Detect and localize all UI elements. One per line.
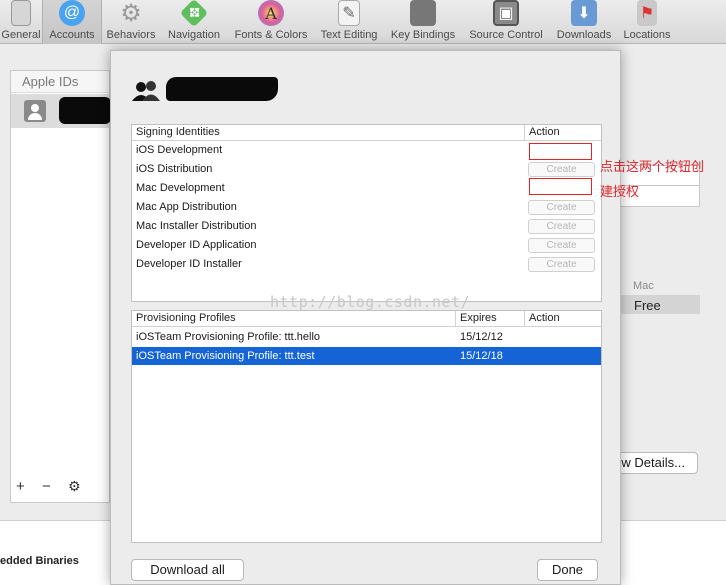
provisioning-profiles-table: Provisioning Profiles Expires Action iOS… [131, 310, 602, 543]
profiles-table-header: Provisioning Profiles Expires Action [132, 311, 601, 327]
signing-identity-name: Mac App Distribution [136, 201, 237, 213]
navigation-arrows-icon: ✥ [179, 0, 209, 28]
profile-expires: 15/12/18 [460, 350, 503, 362]
gear-icon: ⚙ [120, 0, 142, 27]
table-row[interactable]: iOS Distribution Create [132, 160, 601, 179]
toolbar-key-bindings-label: Key Bindings [390, 29, 456, 41]
profile-name: iOSTeam Provisioning Profile: ttt.test [136, 350, 315, 362]
signing-header-name: Signing Identities [136, 126, 220, 138]
create-button[interactable]: Create [528, 200, 595, 215]
toolbar-general[interactable]: General [0, 0, 42, 44]
downloads-icon: ⬇ [571, 0, 597, 26]
toolbar-accounts[interactable]: @ Accounts [42, 0, 102, 44]
table-row[interactable]: iOSTeam Provisioning Profile: ttt.test 15… [132, 347, 601, 365]
toolbar-downloads[interactable]: ⬇ Downloads [550, 0, 618, 44]
create-button[interactable]: Create [528, 162, 595, 177]
mac-column-header: Mac [633, 280, 654, 292]
toolbar-navigation-label: Navigation [168, 29, 220, 41]
toolbar-behaviors[interactable]: ⚙ Behaviors [102, 0, 160, 44]
team-icon [131, 79, 163, 101]
toolbar-source-control[interactable]: ▣ Source Control [462, 0, 550, 44]
text-editing-icon: ✎ [338, 0, 360, 26]
toolbar-fonts-colors[interactable]: A Fonts & Colors [228, 0, 314, 44]
table-row[interactable]: Developer ID Application Create [132, 236, 601, 255]
avatar [24, 100, 46, 122]
annotation-line-2: 建授权 [600, 184, 640, 199]
toolbar-downloads-label: Downloads [556, 29, 612, 41]
signing-table-header: Signing Identities Action [132, 125, 601, 141]
general-icon [11, 0, 31, 26]
watermark: http://blog.csdn.net/ [270, 293, 471, 311]
toolbar-key-bindings[interactable]: Key Bindings [384, 0, 462, 44]
create-button-highlighted[interactable] [529, 143, 592, 160]
table-row[interactable]: Mac Installer Distribution Create [132, 217, 601, 236]
create-button[interactable]: Create [528, 219, 595, 234]
free-label: Free [634, 298, 661, 313]
signing-identity-name: iOS Development [136, 144, 223, 156]
table-row[interactable]: iOS Development [132, 141, 601, 160]
profile-expires: 15/12/12 [460, 331, 503, 343]
apple-ids-header: Apple IDs [11, 71, 109, 93]
apple-id-row[interactable] [11, 94, 111, 128]
redacted-name [59, 97, 111, 124]
annotation-line-1: 点击这两个按钮创 [600, 159, 705, 174]
at-sign-icon: @ [59, 0, 85, 26]
toolbar-locations[interactable]: ⚑ Locations [618, 0, 676, 44]
create-button-highlighted[interactable] [529, 178, 592, 195]
signing-header-action: Action [529, 126, 560, 138]
gear-icon[interactable]: ⚙ [68, 478, 94, 495]
view-details-button[interactable]: w Details... [610, 452, 698, 474]
key-bindings-icon [410, 0, 436, 26]
remove-account-button[interactable]: − [42, 478, 68, 495]
done-button[interactable]: Done [537, 559, 598, 581]
embedded-binaries-label: edded Binaries [0, 555, 79, 567]
profile-name: iOSTeam Provisioning Profile: ttt.hello [136, 331, 321, 343]
profiles-header-action: Action [529, 312, 560, 324]
preferences-toolbar: General @ Accounts ⚙ Behaviors ✥ Navigat… [0, 0, 726, 44]
add-account-button[interactable]: + [16, 478, 42, 495]
create-button[interactable]: Create [528, 257, 595, 272]
signing-identity-name: iOS Distribution [136, 163, 213, 175]
table-row[interactable]: Mac App Distribution Create [132, 198, 601, 217]
signing-identity-name: Mac Development [136, 182, 225, 194]
account-details-sheet: Signing Identities Action iOS Developmen… [110, 50, 621, 585]
toolbar-source-control-label: Source Control [469, 29, 543, 41]
profiles-header-expires: Expires [460, 312, 497, 324]
selected-team-row[interactable]: Free [620, 295, 700, 314]
toolbar-navigation[interactable]: ✥ Navigation [160, 0, 228, 44]
signing-identity-name: Mac Installer Distribution [136, 220, 257, 232]
fonts-icon: A [258, 0, 284, 26]
toolbar-text-editing-label: Text Editing [320, 29, 378, 41]
table-row[interactable]: iOSTeam Provisioning Profile: ttt.hello 1… [132, 328, 601, 346]
signing-identity-name: Developer ID Installer [136, 258, 242, 270]
toolbar-text-editing[interactable]: ✎ Text Editing [314, 0, 384, 44]
toolbar-general-label: General [1, 29, 41, 41]
table-row[interactable]: Mac Development [132, 178, 601, 198]
toolbar-locations-label: Locations [623, 29, 671, 41]
locations-icon: ⚑ [637, 0, 657, 26]
profiles-header-name: Provisioning Profiles [136, 312, 236, 324]
table-row[interactable]: Developer ID Installer Create [132, 255, 601, 274]
apple-ids-list[interactable]: Apple IDs [10, 70, 111, 503]
toolbar-behaviors-label: Behaviors [106, 29, 156, 41]
source-control-icon: ▣ [493, 0, 519, 26]
download-all-button[interactable]: Download all [131, 559, 244, 581]
create-button[interactable]: Create [528, 238, 595, 253]
toolbar-fonts-colors-label: Fonts & Colors [234, 29, 308, 41]
signing-identities-table: Signing Identities Action iOS Developmen… [131, 124, 602, 302]
signing-identity-name: Developer ID Application [136, 239, 257, 251]
redacted-account-name [166, 77, 278, 101]
account-tools: + − ⚙ [16, 478, 94, 495]
toolbar-accounts-label: Accounts [49, 29, 95, 41]
